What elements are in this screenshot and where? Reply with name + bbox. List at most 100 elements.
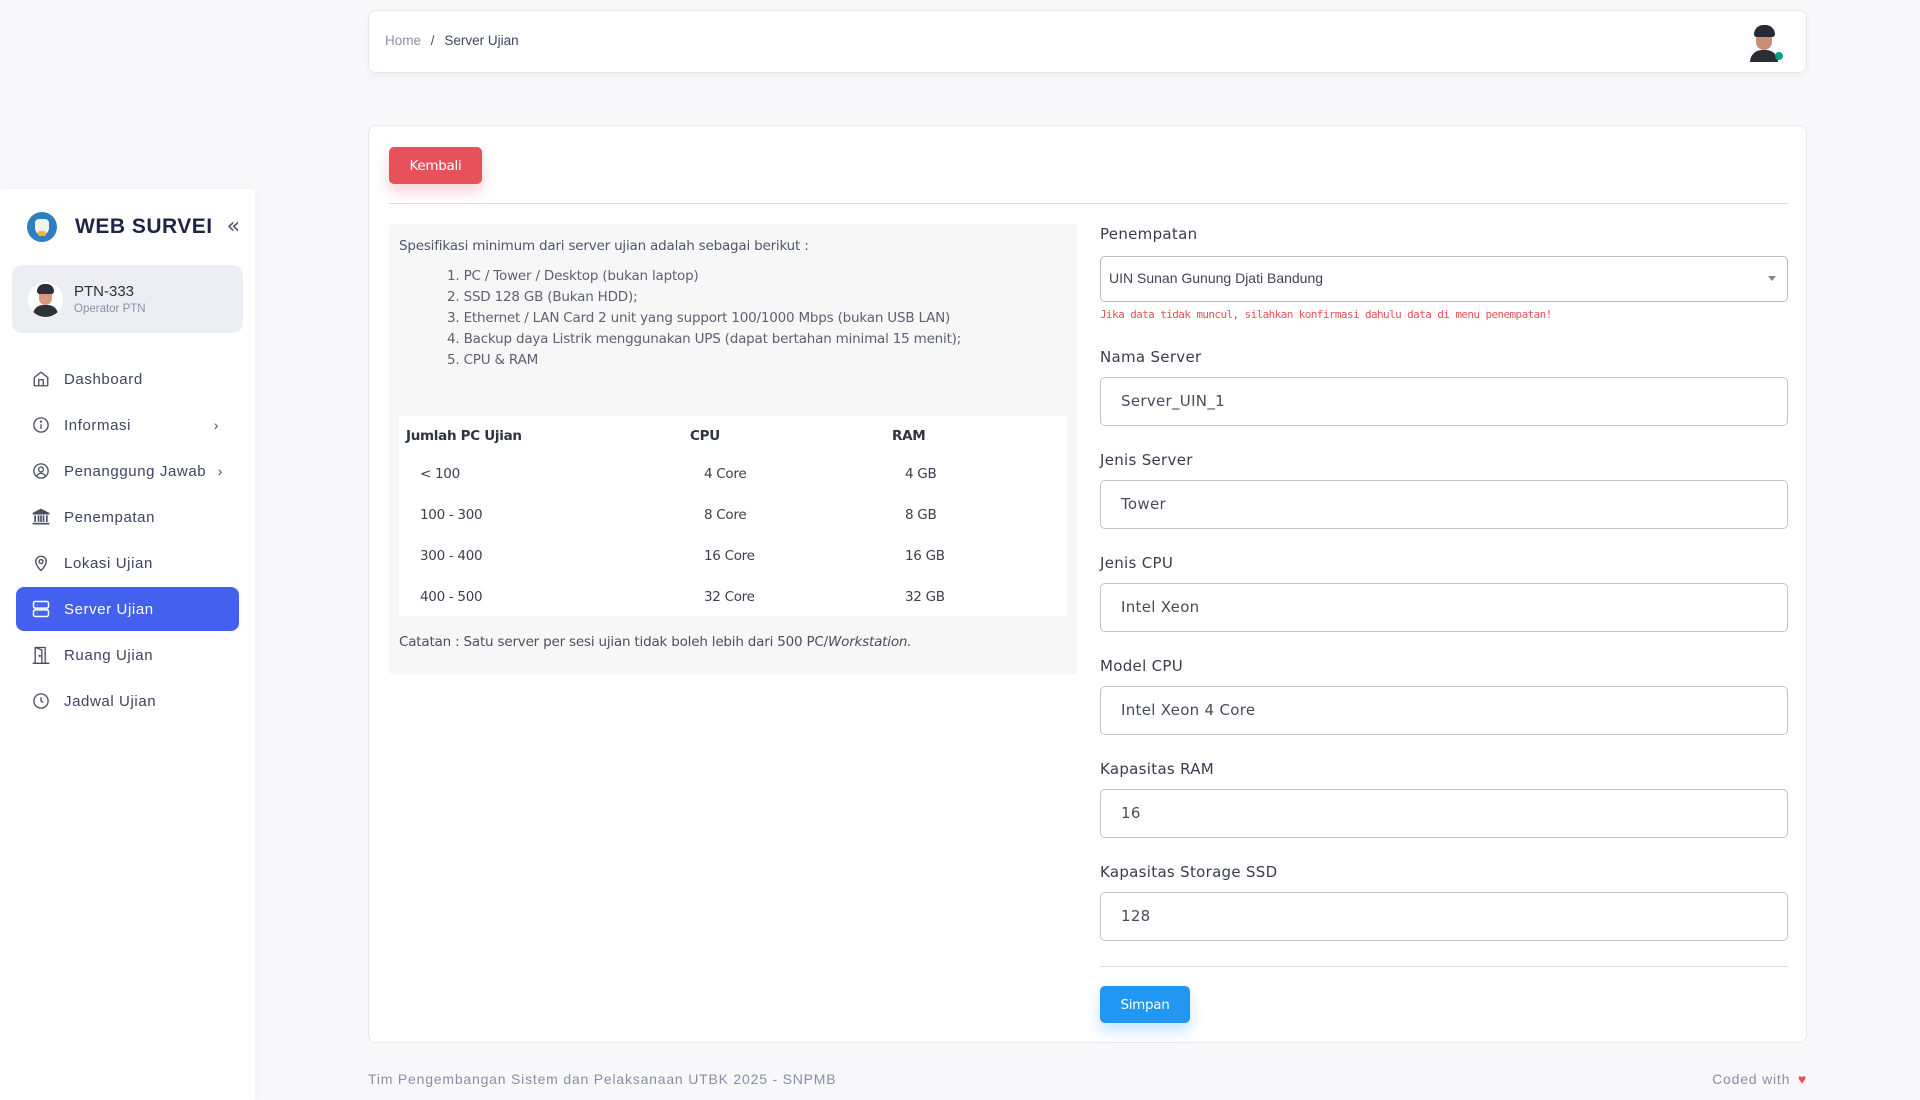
kapasitas-ssd-input[interactable]: 128 [1100, 892, 1788, 941]
list-item: 2. SSD 128 GB (Bukan HDD); [447, 289, 638, 305]
breadcrumb-separator: / [430, 33, 435, 48]
note-italic: Workstation. [828, 634, 912, 650]
list-item: 5. CPU & RAM [447, 352, 539, 368]
penempatan-select[interactable]: UIN Sunan Gunung Djati Bandung [1100, 256, 1788, 302]
penempatan-help-text: Jika data tidak muncul, silahkan konfirm… [1100, 308, 1552, 321]
sidebar: WEB SURVEI « PTN-333 Operator PTN Dashbo… [0, 189, 255, 1100]
jenis-cpu-label: Jenis CPU [1100, 554, 1174, 572]
table-header-jumlah-pc: Jumlah PC Ujian [406, 428, 522, 444]
sidebar-item-label: Dashboard [64, 370, 143, 388]
sidebar-item-dashboard[interactable]: Dashboard [16, 357, 239, 401]
online-status-dot [1775, 52, 1783, 60]
sidebar-item-label: Penanggung Jawab [64, 462, 207, 480]
save-button[interactable]: Simpan [1100, 986, 1190, 1023]
bank-icon [31, 507, 51, 527]
footer-credits: Tim Pengembangan Sistem dan Pelaksanaan … [368, 1071, 837, 1087]
table-cell: 32 GB [905, 589, 945, 605]
chevron-right-icon: › [213, 417, 219, 433]
divider [1100, 966, 1788, 967]
sidebar-nav: Dashboard Informasi › Penanggung Jawab ›… [0, 357, 255, 723]
back-button[interactable]: Kembali [389, 147, 482, 184]
chevron-down-icon [1768, 276, 1776, 281]
table-header-cpu: CPU [690, 428, 720, 444]
sidebar-item-informasi[interactable]: Informasi › [16, 403, 239, 447]
server-spec-info: Spesifikasi minimum dari server ujian ad… [389, 224, 1077, 674]
table-cell: 400 - 500 [420, 589, 483, 605]
penempatan-label: Penempatan [1100, 225, 1198, 243]
spec-requirements-list: 1. PC / Tower / Desktop (bukan laptop) 2… [447, 268, 961, 373]
brand-title: WEB SURVEI [75, 215, 213, 238]
divider [389, 203, 1788, 204]
nama-server-value: Server_UIN_1 [1121, 392, 1225, 410]
door-icon [31, 645, 51, 665]
list-item: 3. Ethernet / LAN Card 2 unit yang suppo… [447, 310, 951, 326]
kapasitas-ram-input[interactable]: 16 [1100, 789, 1788, 838]
table-cell: 100 - 300 [420, 507, 483, 523]
sidebar-item-label: Penempatan [64, 508, 156, 526]
tut-wuri-logo-icon [27, 212, 57, 242]
table-cell: 4 GB [905, 466, 937, 482]
breadcrumb-current: Server Ujian [444, 33, 519, 48]
nama-server-input[interactable]: Server_UIN_1 [1100, 377, 1788, 426]
table-cell: 8 Core [704, 507, 747, 523]
list-item: 1. PC / Tower / Desktop (bukan laptop) [447, 268, 699, 284]
breadcrumb-home-link[interactable]: Home [385, 33, 421, 48]
breadcrumb: Home / Server Ujian [385, 33, 519, 48]
footer-coded-with: Coded with ♥ [1712, 1071, 1807, 1087]
server-form-card: Kembali Spesifikasi minimum dari server … [368, 125, 1807, 1043]
heart-icon: ♥ [1797, 1071, 1807, 1087]
table-cell: 16 Core [704, 548, 755, 564]
server-icon [31, 599, 51, 619]
jenis-server-input[interactable]: Tower [1100, 480, 1788, 529]
chevron-right-icon: › [217, 463, 223, 479]
table-cell: 8 GB [905, 507, 937, 523]
user-profile-card: PTN-333 Operator PTN [12, 265, 243, 333]
model-cpu-label: Model CPU [1100, 657, 1184, 675]
sidebar-item-penempatan[interactable]: Penempatan [16, 495, 239, 539]
model-cpu-value: Intel Xeon 4 Core [1121, 701, 1256, 719]
table-header-ram: RAM [892, 428, 926, 444]
kapasitas-ram-value: 16 [1121, 804, 1141, 822]
kapasitas-ram-label: Kapasitas RAM [1100, 760, 1215, 778]
user-name: PTN-333 [74, 283, 135, 300]
sidebar-item-server-ujian[interactable]: Server Ujian [16, 587, 239, 631]
user-circle-icon [31, 461, 51, 481]
model-cpu-input[interactable]: Intel Xeon 4 Core [1100, 686, 1788, 735]
kapasitas-ssd-label: Kapasitas Storage SSD [1100, 863, 1278, 881]
sidebar-item-label: Lokasi Ujian [64, 554, 153, 572]
table-cell: 4 Core [704, 466, 747, 482]
spec-note: Catatan : Satu server per sesi ujian tid… [399, 634, 912, 650]
user-role: Operator PTN [74, 303, 146, 315]
collapse-sidebar-icon[interactable]: « [227, 216, 240, 238]
topbar: Home / Server Ujian [368, 10, 1807, 73]
jenis-cpu-value: Intel Xeon [1121, 598, 1200, 616]
sidebar-item-penanggung-jawab[interactable]: Penanggung Jawab › [16, 449, 239, 493]
avatar [28, 281, 63, 317]
sidebar-item-label: Server Ujian [64, 600, 154, 618]
jenis-cpu-input[interactable]: Intel Xeon [1100, 583, 1788, 632]
sidebar-item-label: Jadwal Ujian [64, 692, 157, 710]
coded-with-text: Coded with [1712, 1071, 1791, 1087]
kapasitas-ssd-value: 128 [1121, 907, 1151, 925]
table-cell: 32 Core [704, 589, 755, 605]
sidebar-item-ruang-ujian[interactable]: Ruang Ujian [16, 633, 239, 677]
info-icon [31, 415, 51, 435]
spec-table: Jumlah PC Ujian CPU RAM < 100 4 Core 4 G… [399, 416, 1067, 616]
clock-icon [31, 691, 51, 711]
sidebar-item-label: Ruang Ujian [64, 646, 154, 664]
spec-intro: Spesifikasi minimum dari server ujian ad… [399, 238, 809, 254]
table-cell: 300 - 400 [420, 548, 483, 564]
table-cell: < 100 [420, 466, 460, 482]
jenis-server-value: Tower [1121, 495, 1166, 513]
table-cell: 16 GB [905, 548, 945, 564]
list-item: 4. Backup daya Listrik menggunakan UPS (… [447, 331, 962, 347]
sidebar-item-jadwal-ujian[interactable]: Jadwal Ujian [16, 679, 239, 723]
note-text: Catatan : Satu server per sesi ujian tid… [399, 634, 828, 650]
sidebar-brand: WEB SURVEI « [0, 189, 255, 265]
nama-server-label: Nama Server [1100, 348, 1202, 366]
sidebar-item-lokasi-ujian[interactable]: Lokasi Ujian [16, 541, 239, 585]
map-pin-icon [31, 553, 51, 573]
penempatan-selected-value: UIN Sunan Gunung Djati Bandung [1109, 270, 1324, 286]
sidebar-item-label: Informasi [64, 416, 132, 434]
user-menu-avatar[interactable] [1748, 24, 1783, 62]
